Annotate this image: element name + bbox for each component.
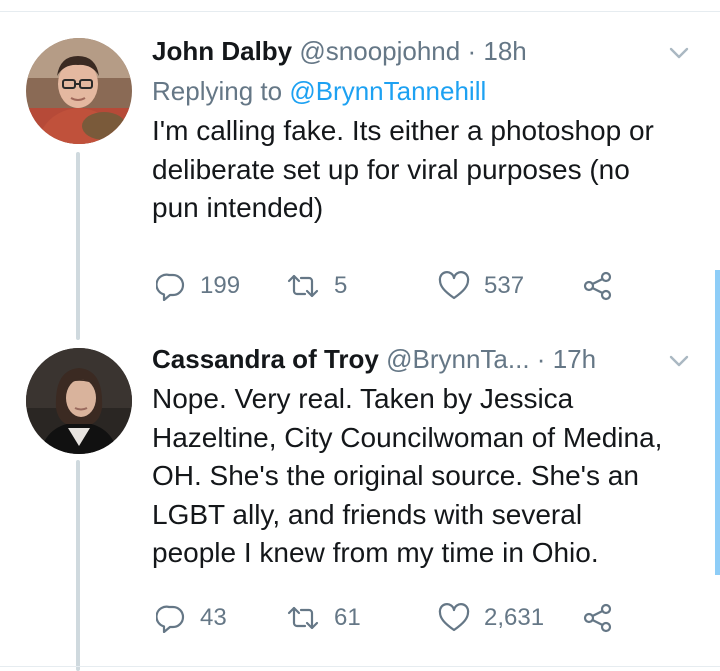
timestamp[interactable]: 18h [483,36,526,66]
author-name[interactable]: John Dalby [152,36,292,66]
profile-photo-woman-icon [26,348,132,454]
replying-to-label: Replying to [152,76,290,106]
scrollbar[interactable] [715,270,720,575]
tweet-actions: 199 5 537 [152,266,672,306]
chevron-down-icon[interactable] [666,34,692,68]
like-button[interactable]: 2,631 [438,598,544,638]
tweet-text: Nope. Very real. Taken by Jessica Hazelt… [152,383,663,568]
bottom-divider [0,666,720,667]
thread-line [76,152,80,340]
reply-count: 43 [200,604,227,631]
reply-button[interactable]: 43 [156,598,227,638]
reply-button[interactable]: 199 [156,266,240,306]
tweet[interactable]: John Dalby @snoopjohnd · 18h Replying to… [152,34,700,301]
avatar-cassandra-of-troy[interactable] [26,348,132,454]
like-count: 2,631 [484,604,545,631]
reply-icon [156,605,185,633]
tweet-actions: 43 61 2,631 [152,598,672,638]
reply-count: 199 [200,272,241,299]
thread-line [76,460,80,671]
share-icon [583,603,612,633]
retweet-icon [287,274,319,298]
retweet-button[interactable]: 61 [286,598,361,638]
tweet-text: I'm calling fake. Its either a photoshop… [152,115,654,223]
chevron-down-icon[interactable] [666,342,692,376]
separator-dot: · [536,344,546,374]
author-handle[interactable]: @BrynnTa... [386,344,529,374]
like-count: 537 [484,272,525,299]
timestamp[interactable]: 17h [553,344,596,374]
retweet-count: 61 [334,604,361,631]
tweet[interactable]: Cassandra of Troy @BrynnTa... · 17h Nope… [152,342,700,633]
retweet-count: 5 [334,272,348,299]
tweet-header: Cassandra of Troy @BrynnTa... · 17h [152,342,700,376]
share-button[interactable] [582,598,628,638]
separator-dot: · [467,36,477,66]
like-button[interactable]: 537 [438,266,524,306]
share-button[interactable] [582,266,628,306]
retweet-icon [287,606,319,630]
replying-to-line: Replying to @BrynnTannehill [152,74,700,108]
tweet-header: John Dalby @snoopjohnd · 18h [152,34,700,68]
heart-icon [438,603,470,632]
top-divider [0,11,720,12]
share-icon [583,271,612,301]
retweet-button[interactable]: 5 [286,266,347,306]
avatar-john-dalby[interactable] [26,38,132,144]
heart-icon [438,271,470,300]
author-name[interactable]: Cassandra of Troy [152,344,379,374]
author-handle[interactable]: @snoopjohnd [299,36,460,66]
reply-icon [156,273,185,301]
replying-to-link[interactable]: @BrynnTannehill [289,76,486,106]
profile-photo-man-glasses-icon [26,38,132,144]
